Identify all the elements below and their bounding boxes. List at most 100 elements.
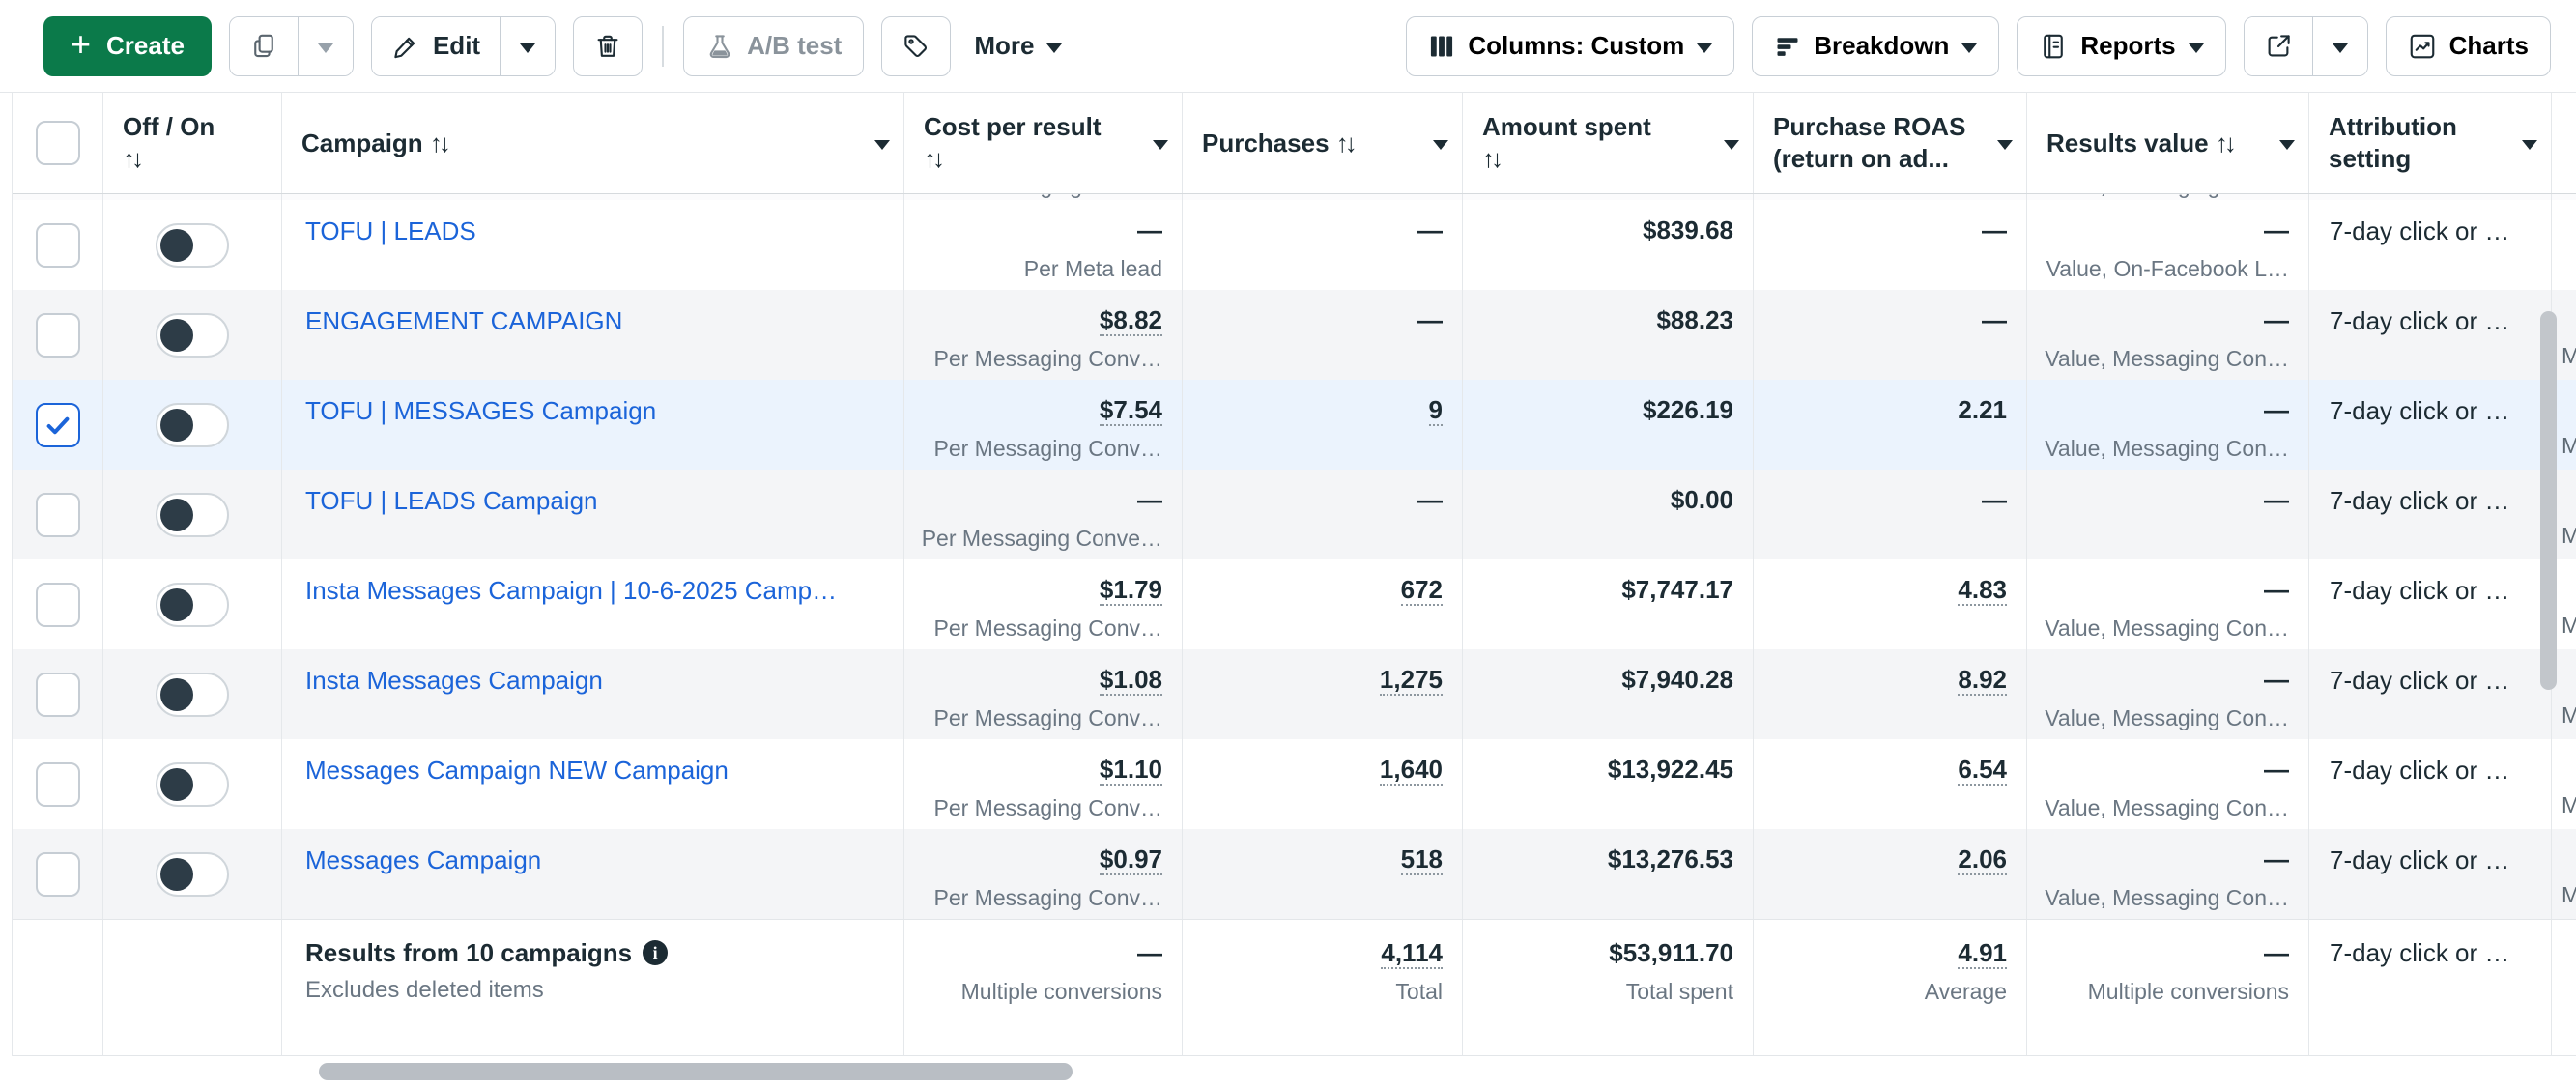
row-checkbox[interactable]	[36, 762, 80, 807]
row-cost-cell: $1.10 Per Messaging Conv…	[904, 739, 1183, 829]
chevron-down-icon[interactable]	[2522, 140, 2537, 150]
purchase-roas-value[interactable]: 2.06	[1958, 845, 2007, 875]
tag-button[interactable]	[881, 16, 951, 76]
purchase-roas-value[interactable]: 8.92	[1958, 665, 2007, 696]
off-on-toggle[interactable]	[156, 673, 229, 717]
off-on-toggle[interactable]	[156, 493, 229, 537]
edit-button[interactable]: Edit	[372, 17, 500, 75]
chevron-down-icon	[1697, 43, 1712, 53]
campaign-link[interactable]: Messages Campaign	[305, 845, 888, 875]
campaign-link[interactable]: Messages Campaign NEW Campaign	[305, 756, 888, 786]
row-select-cell	[13, 290, 103, 380]
campaign-link[interactable]: Insta Messages Campaign | 10-6-2025 Camp…	[305, 576, 888, 606]
chevron-down-icon[interactable]	[1433, 140, 1448, 150]
ab-test-button[interactable]: A/B test	[683, 16, 864, 76]
export-dropdown-button[interactable]	[2312, 17, 2367, 75]
column-header-cost-per-result[interactable]: Cost per result ↑↓	[904, 93, 1183, 193]
off-on-toggle[interactable]	[156, 223, 229, 268]
charts-icon	[2408, 32, 2437, 61]
purchase-roas-value[interactable]: 6.54	[1958, 755, 2007, 786]
cost-per-result-value[interactable]: $1.79	[1100, 575, 1162, 606]
purchases-value[interactable]: 9	[1429, 395, 1443, 426]
column-header-results-value[interactable]: Results value ↑↓	[2027, 93, 2309, 193]
off-on-toggle[interactable]	[156, 852, 229, 897]
summary-purchases-value[interactable]: 4,114	[1381, 938, 1443, 969]
purchase-roas-value: —	[1982, 485, 2007, 514]
off-on-toggle[interactable]	[156, 762, 229, 807]
cost-per-result-value[interactable]: $1.10	[1100, 755, 1162, 786]
tag-icon	[902, 32, 930, 61]
campaign-link[interactable]: TOFU | LEADS	[305, 216, 888, 246]
horizontal-scrollbar-thumb[interactable]	[319, 1063, 1073, 1080]
table-body: TOFU | LEADS — Per Meta lead — $839.68 —…	[13, 200, 2576, 919]
off-on-toggle[interactable]	[156, 583, 229, 627]
off-on-toggle[interactable]	[156, 313, 229, 358]
results-value: —	[2264, 485, 2289, 514]
row-results-value-cell: — Value, Messaging Con…	[2027, 559, 2309, 649]
charts-button[interactable]: Charts	[2386, 16, 2551, 76]
cost-per-result-value[interactable]: $1.08	[1100, 665, 1162, 696]
clipped-next-column-text: M	[2562, 613, 2576, 638]
chevron-down-icon[interactable]	[1153, 140, 1168, 150]
summary-roas-value[interactable]: 4.91	[1958, 938, 2007, 969]
column-header-amount-spent[interactable]: Amount spent ↑↓	[1463, 93, 1754, 193]
select-all-checkbox[interactable]	[36, 121, 80, 165]
results-value: —	[2264, 845, 2289, 873]
duplicate-dropdown-button[interactable]	[298, 17, 353, 75]
columns-button[interactable]: Columns: Custom	[1406, 16, 1734, 76]
duplicate-icon	[249, 32, 278, 61]
chevron-down-icon	[2333, 43, 2348, 53]
column-header-purchases[interactable]: Purchases ↑↓	[1183, 93, 1463, 193]
purchases-value[interactable]: 1,275	[1380, 665, 1443, 696]
table-row: ENGAGEMENT CAMPAIGN $8.82 Per Messaging …	[13, 290, 2576, 380]
campaign-link[interactable]: Insta Messages Campaign	[305, 666, 888, 696]
campaign-link[interactable]: ENGAGEMENT CAMPAIGN	[305, 306, 888, 336]
reports-button[interactable]: Reports	[2017, 16, 2225, 76]
summary-cost-cell: — Multiple conversions	[904, 920, 1183, 1055]
cost-per-result-value[interactable]: $0.97	[1100, 845, 1162, 875]
cost-per-result-sublabel: Per Messaging Conv…	[914, 705, 1162, 731]
delete-button[interactable]	[573, 16, 643, 76]
toggle-knob	[160, 319, 193, 352]
more-menu-button[interactable]: More	[968, 16, 1068, 76]
info-icon[interactable]: i	[643, 940, 668, 965]
vertical-scrollbar-thumb[interactable]	[2540, 311, 2557, 690]
campaign-link[interactable]: TOFU | LEADS Campaign	[305, 486, 888, 516]
row-checkbox[interactable]	[36, 493, 80, 537]
off-on-toggle[interactable]	[156, 403, 229, 447]
row-checkbox[interactable]	[36, 852, 80, 897]
create-button[interactable]: + Create	[43, 16, 212, 76]
row-purchases-cell: —	[1183, 470, 1463, 559]
column-header-purchase-roas[interactable]: Purchase ROAS (return on ad...	[1754, 93, 2027, 193]
row-checkbox[interactable]	[36, 223, 80, 268]
chevron-down-icon[interactable]	[2279, 140, 2295, 150]
chevron-down-icon[interactable]	[874, 140, 890, 150]
row-spent-cell: $13,276.53	[1463, 829, 1754, 919]
purchase-roas-value[interactable]: 4.83	[1958, 575, 2007, 606]
column-header-campaign[interactable]: Campaign ↑↓	[282, 93, 904, 193]
campaign-link[interactable]: TOFU | MESSAGES Campaign	[305, 396, 888, 426]
duplicate-button[interactable]	[230, 17, 298, 75]
chevron-down-icon[interactable]	[1724, 140, 1739, 150]
row-checkbox[interactable]	[36, 313, 80, 358]
cost-per-result-value[interactable]: $8.82	[1100, 305, 1162, 336]
breakdown-button[interactable]: Breakdown	[1752, 16, 1999, 76]
row-checkbox[interactable]	[36, 403, 80, 447]
row-checkbox[interactable]	[36, 673, 80, 717]
row-select-cell	[13, 200, 103, 290]
purchases-value[interactable]: 518	[1401, 845, 1443, 875]
chevron-down-icon[interactable]	[1997, 140, 2013, 150]
column-header-off-on[interactable]: Off / On ↑↓	[103, 93, 282, 193]
attribution-value: 7-day click or …	[2330, 576, 2509, 605]
purchases-value[interactable]: 672	[1401, 575, 1443, 606]
cost-per-result-value: —	[1137, 215, 1162, 244]
row-checkbox[interactable]	[36, 583, 80, 627]
column-header-attribution-setting[interactable]: Attribution setting	[2309, 93, 2552, 193]
attribution-header-label: Attribution	[2329, 111, 2512, 143]
attribution-value: 7-day click or …	[2330, 396, 2509, 425]
purchases-value[interactable]: 1,640	[1380, 755, 1443, 786]
attribution-value: 7-day click or …	[2330, 306, 2509, 335]
export-button[interactable]	[2245, 17, 2312, 75]
cost-per-result-value[interactable]: $7.54	[1100, 395, 1162, 426]
edit-dropdown-button[interactable]	[500, 17, 555, 75]
